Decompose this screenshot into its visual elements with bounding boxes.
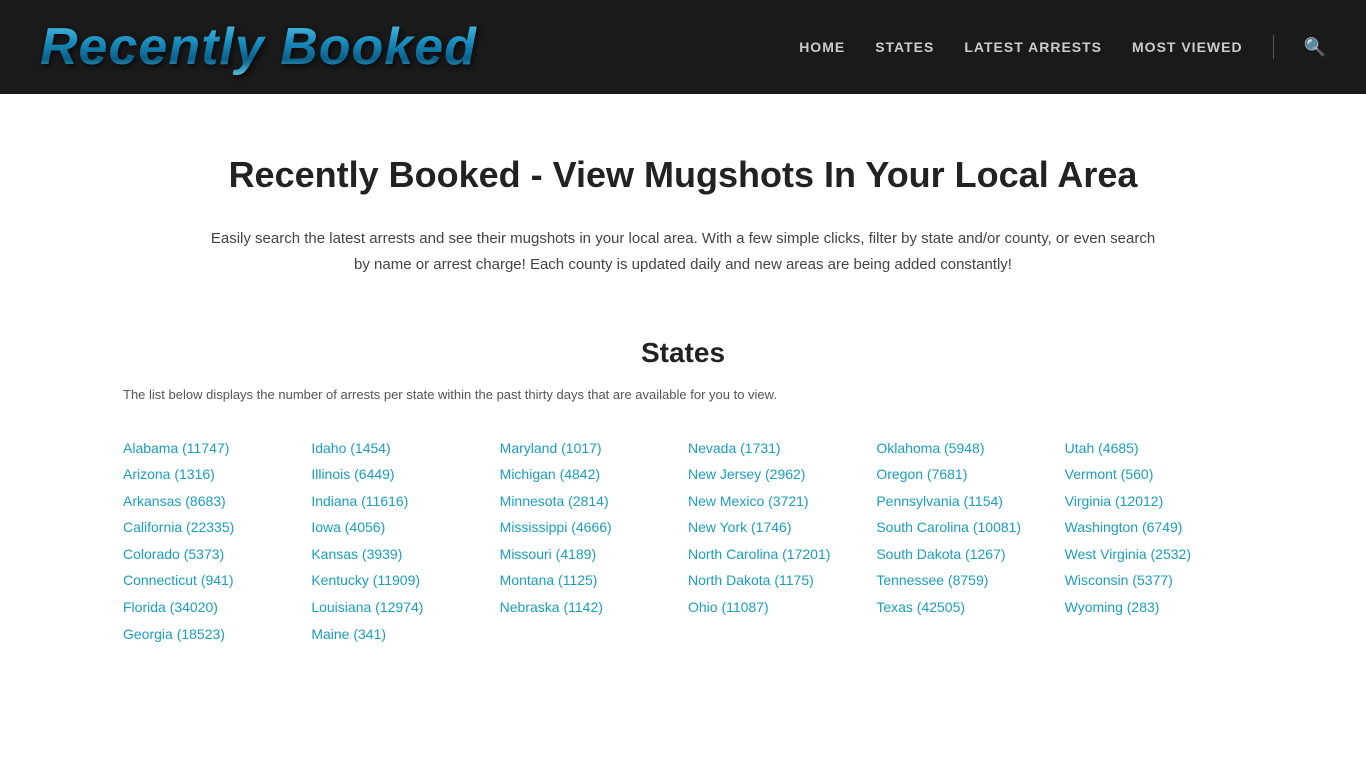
- state-link[interactable]: Wyoming (283): [1065, 594, 1243, 621]
- state-link[interactable]: Indiana (11616): [311, 488, 489, 515]
- states-column-3: Nevada (1731)New Jersey (2962)New Mexico…: [688, 435, 866, 648]
- state-link[interactable]: South Dakota (1267): [876, 541, 1054, 568]
- state-link[interactable]: Minnesota (2814): [500, 488, 678, 515]
- state-link[interactable]: Connecticut (941): [123, 567, 301, 594]
- state-link[interactable]: North Dakota (1175): [688, 567, 866, 594]
- state-link[interactable]: Nevada (1731): [688, 435, 866, 462]
- state-link[interactable]: Vermont (560): [1065, 461, 1243, 488]
- state-link[interactable]: Virginia (12012): [1065, 488, 1243, 515]
- states-column-5: Utah (4685)Vermont (560)Virginia (12012)…: [1065, 435, 1243, 648]
- state-link[interactable]: Maine (341): [311, 621, 489, 648]
- state-link[interactable]: Illinois (6449): [311, 461, 489, 488]
- states-column-4: Oklahoma (5948)Oregon (7681)Pennsylvania…: [876, 435, 1054, 648]
- state-link[interactable]: New Jersey (2962): [688, 461, 866, 488]
- state-link[interactable]: West Virginia (2532): [1065, 541, 1243, 568]
- page-title: Recently Booked - View Mugshots In Your …: [123, 154, 1243, 196]
- site-logo[interactable]: Recently Booked: [40, 17, 477, 77]
- state-link[interactable]: Arkansas (8683): [123, 488, 301, 515]
- state-link[interactable]: Washington (6749): [1065, 514, 1243, 541]
- state-link[interactable]: Louisiana (12974): [311, 594, 489, 621]
- states-column-1: Idaho (1454)Illinois (6449)Indiana (1161…: [311, 435, 489, 648]
- state-link[interactable]: Wisconsin (5377): [1065, 567, 1243, 594]
- main-nav: HOME STATES LATEST ARRESTS MOST VIEWED 🔍: [799, 35, 1326, 59]
- states-subtext: The list below displays the number of ar…: [123, 385, 1243, 405]
- state-link[interactable]: New York (1746): [688, 514, 866, 541]
- states-section: States The list below displays the numbe…: [123, 337, 1243, 647]
- state-link[interactable]: Arizona (1316): [123, 461, 301, 488]
- state-link[interactable]: Montana (1125): [500, 567, 678, 594]
- state-link[interactable]: Nebraska (1142): [500, 594, 678, 621]
- state-link[interactable]: Oregon (7681): [876, 461, 1054, 488]
- state-link[interactable]: Georgia (18523): [123, 621, 301, 648]
- main-content: Recently Booked - View Mugshots In Your …: [83, 94, 1283, 687]
- search-icon-button[interactable]: 🔍: [1304, 37, 1326, 58]
- nav-latest-arrests[interactable]: LATEST ARRESTS: [964, 39, 1102, 55]
- state-link[interactable]: New Mexico (3721): [688, 488, 866, 515]
- state-link[interactable]: Florida (34020): [123, 594, 301, 621]
- state-link[interactable]: Texas (42505): [876, 594, 1054, 621]
- state-link[interactable]: Missouri (4189): [500, 541, 678, 568]
- state-link[interactable]: California (22335): [123, 514, 301, 541]
- state-link[interactable]: Michigan (4842): [500, 461, 678, 488]
- nav-divider: [1273, 35, 1274, 59]
- state-link[interactable]: Kentucky (11909): [311, 567, 489, 594]
- state-link[interactable]: Idaho (1454): [311, 435, 489, 462]
- state-link[interactable]: Oklahoma (5948): [876, 435, 1054, 462]
- state-link[interactable]: Mississippi (4666): [500, 514, 678, 541]
- state-link[interactable]: South Carolina (10081): [876, 514, 1054, 541]
- states-heading: States: [123, 337, 1243, 369]
- state-link[interactable]: Ohio (11087): [688, 594, 866, 621]
- page-description: Easily search the latest arrests and see…: [208, 226, 1158, 277]
- state-link[interactable]: Colorado (5373): [123, 541, 301, 568]
- nav-home[interactable]: HOME: [799, 39, 845, 55]
- states-column-0: Alabama (11747)Arizona (1316)Arkansas (8…: [123, 435, 301, 648]
- states-column-2: Maryland (1017)Michigan (4842)Minnesota …: [500, 435, 678, 648]
- state-link[interactable]: Iowa (4056): [311, 514, 489, 541]
- states-grid: Alabama (11747)Arizona (1316)Arkansas (8…: [123, 435, 1243, 648]
- state-link[interactable]: Kansas (3939): [311, 541, 489, 568]
- site-header: Recently Booked HOME STATES LATEST ARRES…: [0, 0, 1366, 94]
- state-link[interactable]: Utah (4685): [1065, 435, 1243, 462]
- state-link[interactable]: Maryland (1017): [500, 435, 678, 462]
- state-link[interactable]: Alabama (11747): [123, 435, 301, 462]
- nav-most-viewed[interactable]: MOST VIEWED: [1132, 39, 1243, 55]
- nav-states[interactable]: STATES: [875, 39, 934, 55]
- state-link[interactable]: Tennessee (8759): [876, 567, 1054, 594]
- state-link[interactable]: Pennsylvania (1154): [876, 488, 1054, 515]
- state-link[interactable]: North Carolina (17201): [688, 541, 866, 568]
